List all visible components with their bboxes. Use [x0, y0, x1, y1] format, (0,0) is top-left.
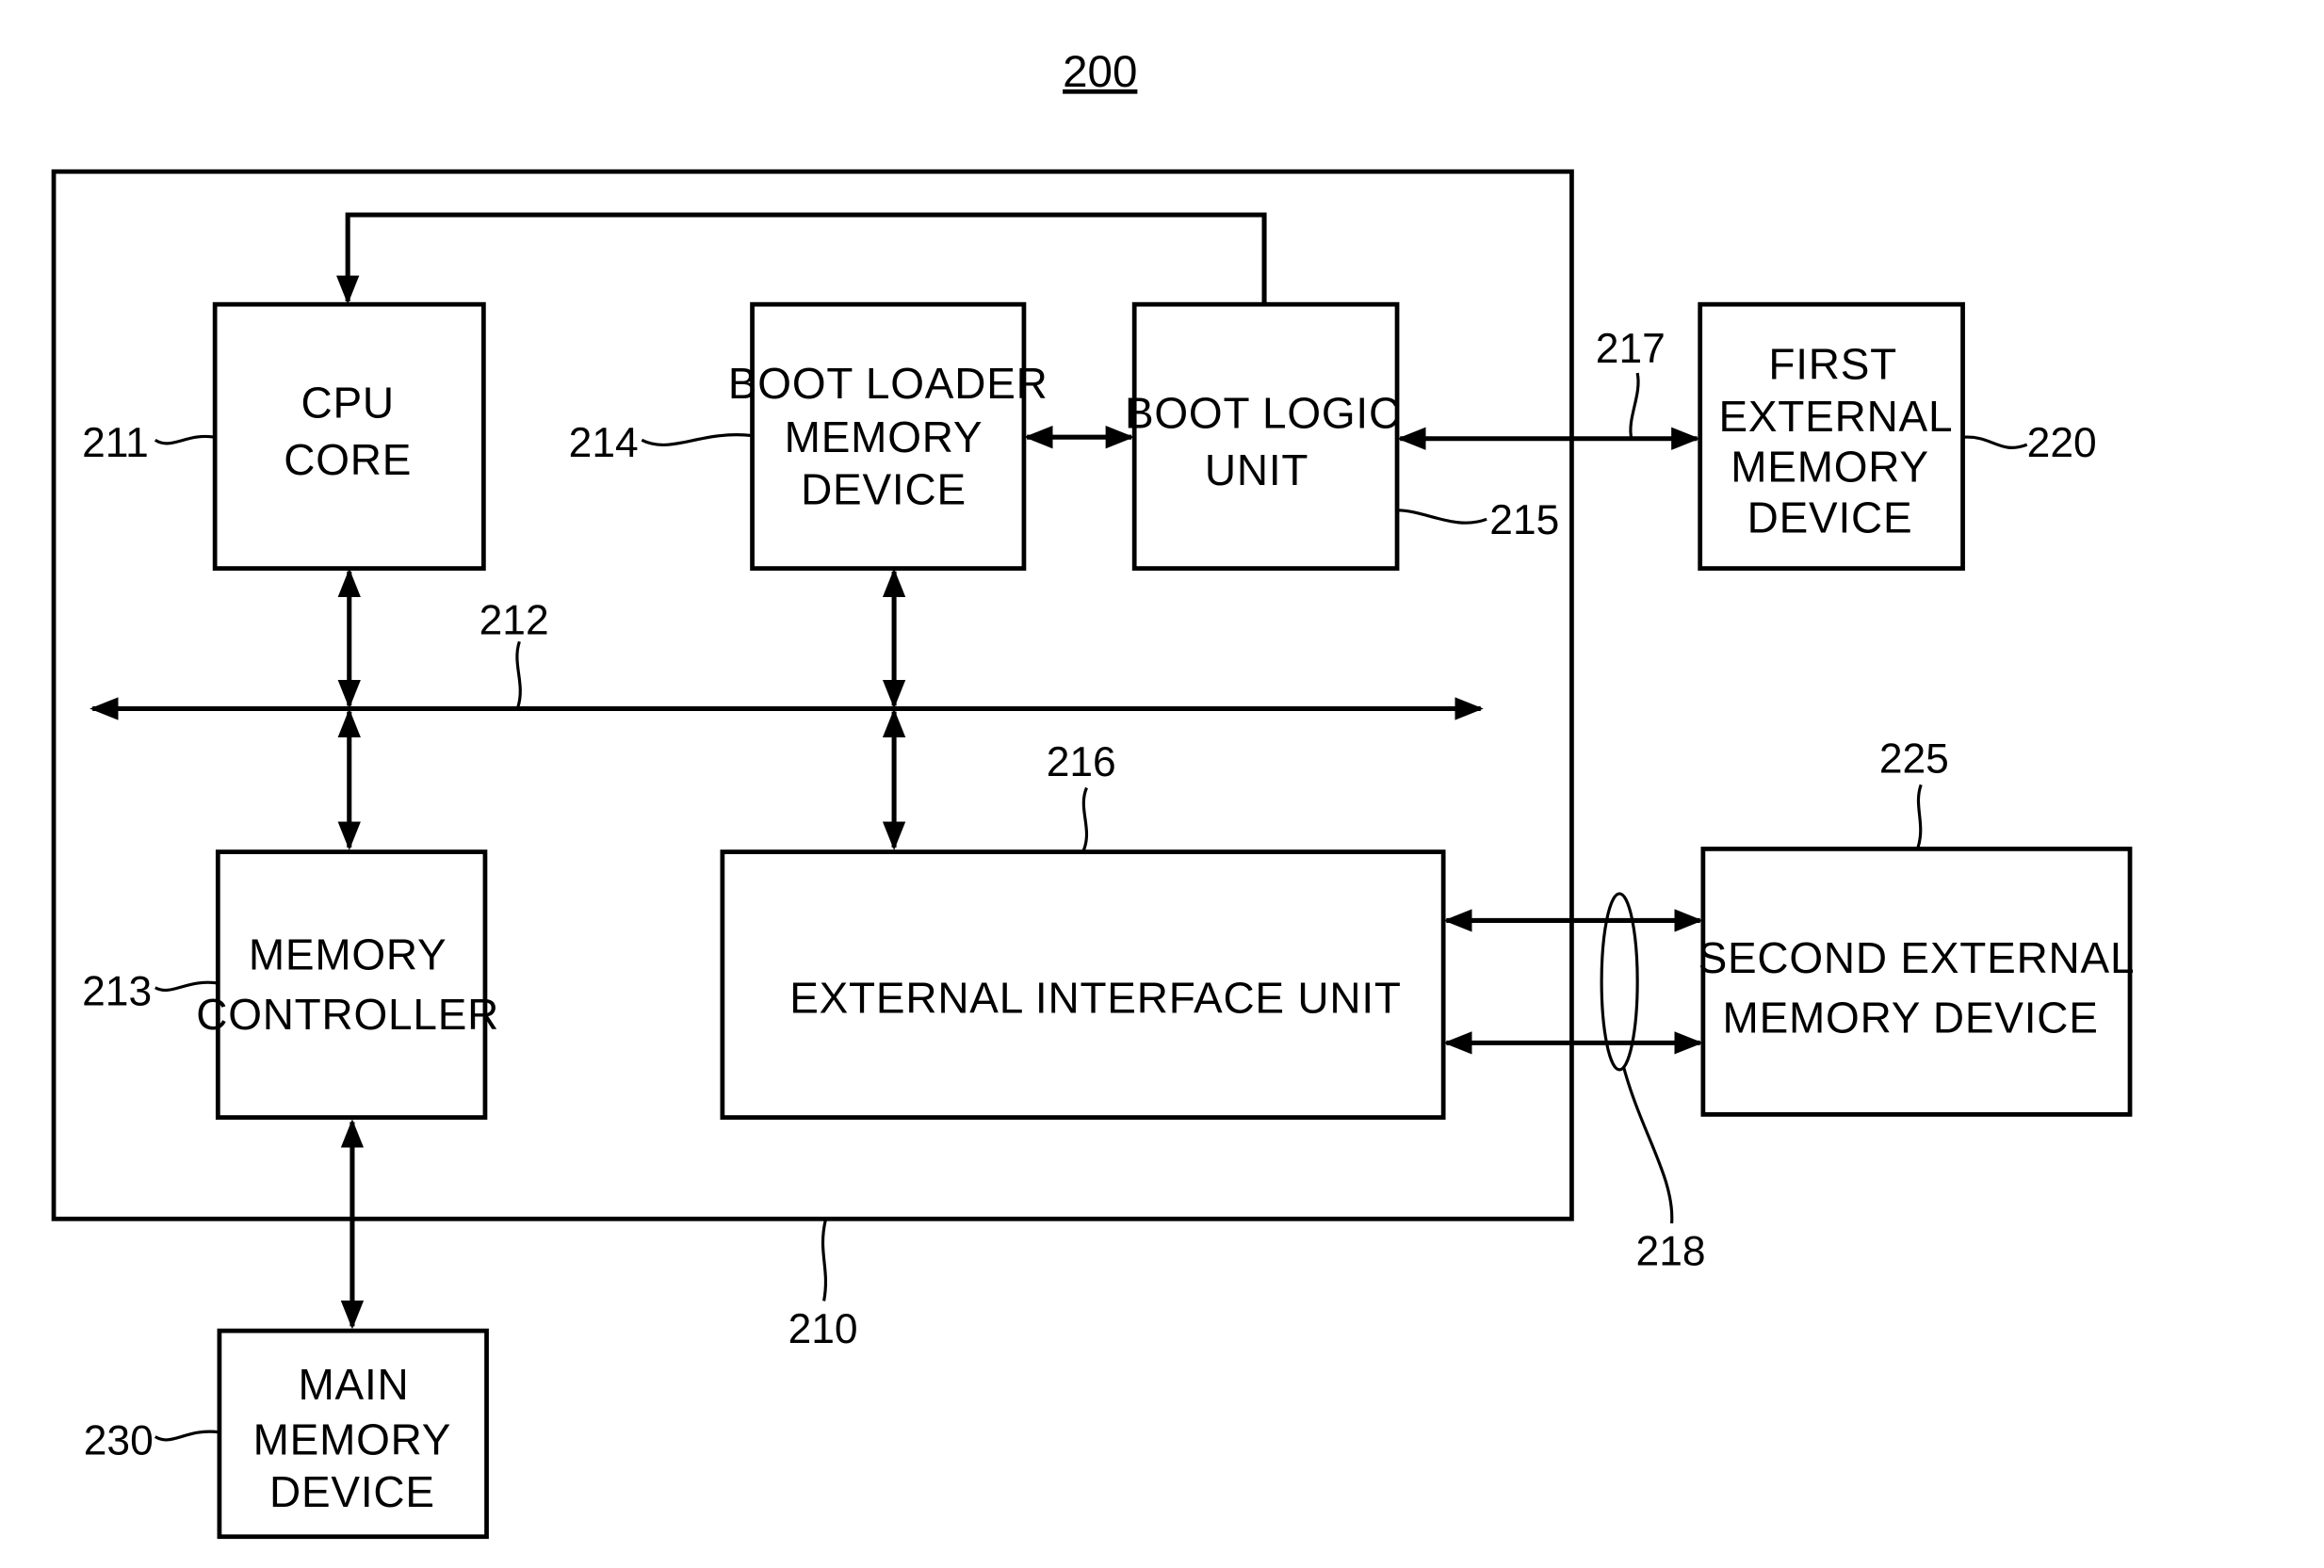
boot-loader-leader	[641, 433, 753, 446]
cpu-core-label-1: CPU	[301, 379, 394, 428]
figure-reference: 200	[1063, 47, 1137, 97]
extif-ref: 216	[1047, 739, 1116, 785]
extif-leader	[1081, 786, 1089, 851]
cpu-core-label-2: CORE	[284, 435, 412, 484]
first-ext-label-4: DEVICE	[1747, 493, 1913, 542]
memory-controller-block: MEMORY CONTROLLER	[196, 849, 499, 1120]
memctrl-label-1: MEMORY	[249, 930, 447, 979]
boot-logic-ref: 215	[1489, 497, 1559, 543]
first-link-leader	[1629, 372, 1640, 440]
second-link-ref: 218	[1636, 1228, 1706, 1274]
boot-logic-leader	[1397, 509, 1487, 525]
main-mem-label-3: DEVICE	[269, 1467, 435, 1516]
main-memory-block: MAIN MEMORY DEVICE	[217, 1328, 489, 1540]
second-ext-leader	[1916, 784, 1923, 849]
boot-loader-ref: 214	[569, 420, 639, 466]
second-ext-label-1: SECOND EXTERNAL	[1698, 933, 2136, 982]
first-ext-label-1: FIRST	[1768, 339, 1897, 388]
cpu-core-leader	[154, 434, 216, 445]
first-link-ref: 217	[1596, 326, 1666, 372]
boot-loader-memory-block: BOOT LOADER MEMORY DEVICE	[728, 301, 1048, 571]
first-ext-leader	[1964, 435, 2028, 449]
second-link-leader	[1622, 1067, 1674, 1224]
boot-control-line	[336, 212, 1267, 305]
main-mem-leader	[154, 1430, 220, 1442]
boot-logic-label-2: UNIT	[1205, 445, 1308, 494]
boot-logic-label-1: BOOT LOGIC	[1125, 389, 1401, 438]
first-ext-ref: 220	[2027, 420, 2097, 466]
boot-logic-unit-block: BOOT LOGIC UNIT	[1125, 301, 1401, 571]
memctrl-label-2: CONTROLLER	[196, 990, 499, 1039]
boot-loader-label-2: MEMORY	[785, 412, 983, 461]
block-diagram: 200 210 CPU CORE 211 BOOT LOADER MEMORY …	[51, 47, 2136, 1540]
second-ext-label-2: MEMORY DEVICE	[1723, 993, 2099, 1042]
main-mem-ref: 230	[84, 1418, 154, 1464]
bus-leader	[515, 640, 522, 708]
first-external-memory-block: FIRST EXTERNAL MEMORY DEVICE	[1698, 301, 1965, 571]
extif-label: EXTERNAL INTERFACE UNIT	[789, 974, 1402, 1023]
cpu-core-block: CPU CORE	[212, 301, 486, 571]
boot-loader-label-1: BOOT LOADER	[728, 359, 1048, 408]
boot-loader-label-3: DEVICE	[801, 464, 967, 513]
second-ext-ref: 225	[1879, 736, 1949, 783]
memctrl-ref: 213	[82, 969, 152, 1015]
system-ref: 210	[788, 1306, 858, 1352]
bus-ref: 212	[479, 597, 549, 643]
second-external-memory-block: SECOND EXTERNAL MEMORY DEVICE	[1698, 847, 2136, 1117]
cpu-core-ref: 211	[82, 420, 149, 466]
main-mem-label-1: MAIN	[299, 1360, 410, 1409]
first-ext-label-2: EXTERNAL	[1718, 392, 1953, 441]
first-ext-label-3: MEMORY	[1731, 443, 1929, 492]
external-interface-unit-block: EXTERNAL INTERFACE UNIT	[720, 849, 1446, 1120]
system-leader	[821, 1220, 828, 1301]
main-mem-label-2: MEMORY	[253, 1415, 452, 1464]
